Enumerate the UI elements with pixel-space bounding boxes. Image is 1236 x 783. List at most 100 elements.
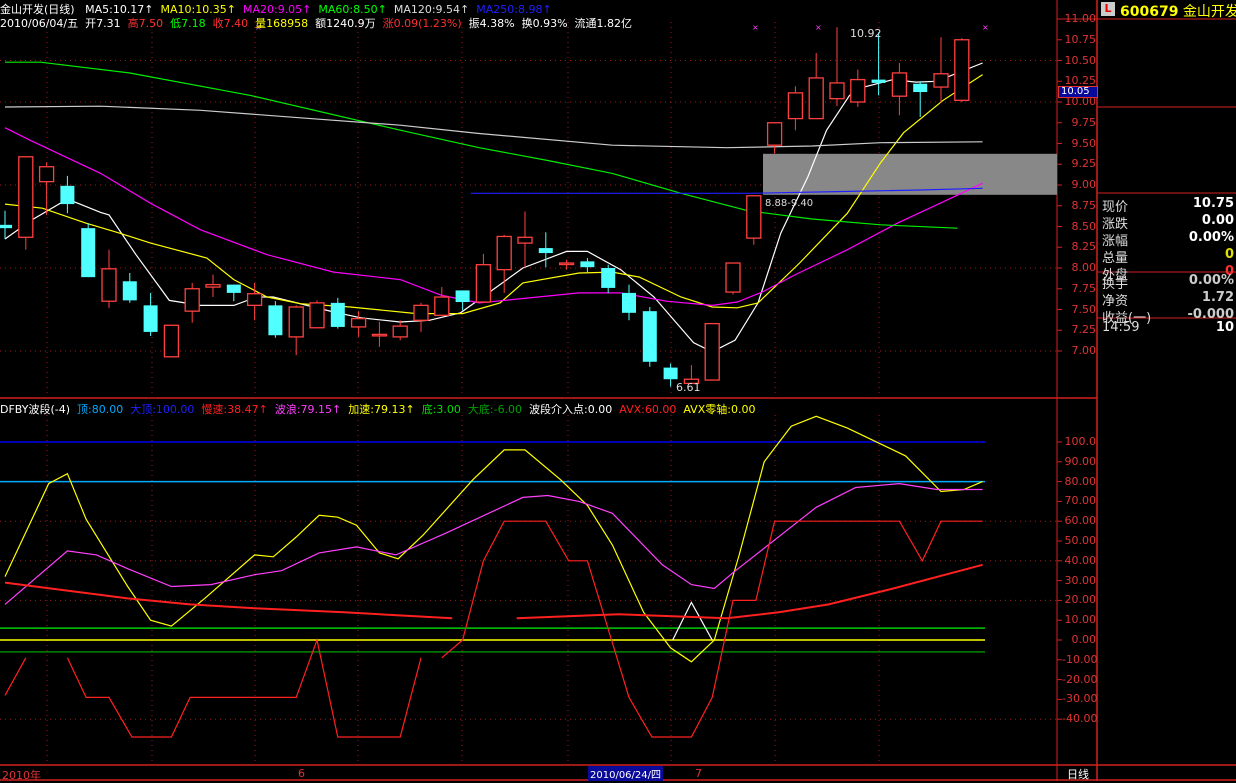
indicator-axis-label: -20.00 — [1062, 672, 1098, 686]
bar-info-item: 低7.18 — [170, 17, 206, 30]
bar-info-item: 收7.40 — [212, 17, 249, 30]
indicator-axis-label: 10.00 — [1064, 613, 1097, 627]
bar-info-item: 2010/06/04/五 — [0, 17, 79, 30]
indicator-line-慢速 — [516, 563, 983, 620]
price-axis-label: 10.50 — [1064, 53, 1097, 67]
candle-up — [18, 156, 34, 238]
candle-down — [538, 248, 553, 254]
candle-up — [246, 293, 263, 307]
candle-up — [933, 73, 949, 88]
candle-up — [205, 283, 221, 288]
candle-up — [350, 317, 367, 328]
indicator-axis-label: 30.00 — [1064, 573, 1097, 587]
price-axis-label: 10.75 — [1064, 32, 1097, 46]
quote-value: 10.75 — [1192, 196, 1234, 211]
bar-info-item: 开7.31 — [85, 17, 121, 30]
indicator-axis-label: 80.00 — [1064, 474, 1097, 488]
price-axis-label: 8.25 — [1071, 240, 1097, 254]
stock-flag-icon: L — [1101, 2, 1115, 16]
quote-row: 净资 1.72 — [1100, 290, 1236, 309]
candle-up — [496, 235, 512, 271]
indicator-line-AVX — [441, 520, 983, 738]
quote-row: 涨幅 0.00% — [1100, 230, 1236, 249]
candle-up — [954, 39, 970, 101]
indicator-axis-label: -30.00 — [1062, 692, 1098, 706]
indicator-axis-label: 20.00 — [1064, 593, 1097, 607]
candle-up — [413, 304, 429, 321]
bar-info-item: 量168958 — [255, 17, 309, 30]
price-axis-label: 8.00 — [1071, 261, 1097, 274]
candle-down — [455, 290, 470, 303]
high-annotation: 10.92 — [850, 27, 882, 40]
indicator-label: 大底:-6.00 — [467, 403, 523, 416]
candle-down — [0, 224, 12, 229]
indicator-axis-label: 50.00 — [1064, 534, 1097, 547]
candle-down — [913, 83, 928, 93]
bar-info-item: 流通1.82亿 — [574, 17, 633, 30]
price-axis-label: 7.25 — [1071, 323, 1097, 337]
chart-canvas[interactable]: × × × × — [0, 0, 1236, 781]
candle-down — [81, 228, 96, 278]
candle-up — [288, 306, 304, 338]
candle-down — [330, 302, 345, 327]
indicator-label: AVX零轴:0.00 — [683, 403, 756, 416]
candle-down — [122, 281, 137, 301]
indicator-axis-label: -40.00 — [1062, 712, 1098, 726]
candle-up — [371, 333, 388, 337]
candle-up — [163, 324, 180, 358]
indicator-line-加速 — [4, 415, 983, 663]
candle-down — [663, 367, 678, 380]
candle-up — [101, 268, 117, 302]
candle-up — [766, 122, 783, 146]
candle-up — [746, 195, 762, 239]
price-axis-label: 9.50 — [1071, 136, 1097, 150]
candle-down — [601, 268, 616, 288]
price-axis-label: 8.50 — [1071, 219, 1097, 233]
indicator-label: AVX:60.00 — [619, 403, 677, 416]
indicator-line-AVX — [66, 637, 422, 738]
candle-down — [60, 185, 75, 205]
candle-up — [891, 72, 908, 97]
quote-value: 0.00% — [1188, 230, 1234, 245]
price-axis-label: 9.00 — [1071, 178, 1097, 191]
candle-up — [704, 322, 720, 381]
indicator-axis-label: 60.00 — [1064, 514, 1097, 528]
indicator-axis-label: 70.00 — [1064, 494, 1097, 508]
indicator-axis-label: 40.00 — [1064, 553, 1097, 567]
marker-x-icon: × — [752, 23, 759, 32]
tick-time: 14:59 — [1102, 320, 1140, 335]
tick-value: 10 — [1215, 320, 1234, 335]
candle-up — [787, 92, 804, 120]
price-axis-label: 11.00 — [1064, 12, 1097, 25]
quote-row: 现价 10.75 — [1100, 196, 1236, 215]
indicator-axis-label: 90.00 — [1064, 454, 1097, 468]
price-axis-label: 7.00 — [1071, 344, 1097, 357]
price-zone-box — [763, 153, 1057, 195]
bar-info-item: 高7.50 — [127, 17, 164, 30]
bar-info-item: 振4.38% — [468, 17, 515, 30]
candle-up — [309, 302, 325, 329]
candle-up — [850, 78, 866, 103]
candle-up — [829, 82, 845, 100]
stock-title: 600679 金山开发 — [1120, 1, 1236, 21]
bar-info-item: 额1240.9万 — [315, 17, 376, 30]
candle-up — [434, 296, 450, 316]
stock-name: 金山开发 — [1182, 4, 1236, 20]
indicator-label: 加速:79.13↑ — [348, 403, 415, 416]
quote-value: 0 — [1224, 247, 1234, 262]
marker-x-icon: × — [982, 23, 989, 32]
price-axis-label: 9.25 — [1071, 157, 1097, 171]
tick-row: 14:59 10 — [1100, 320, 1236, 337]
period-tab[interactable]: 日线 — [1067, 766, 1089, 782]
price-axis-label: 9.75 — [1071, 115, 1097, 129]
quote-value: 0.00% — [1188, 273, 1234, 288]
candle-up — [558, 262, 575, 266]
indicator-line-AVX — [4, 657, 27, 696]
candle-up — [392, 325, 408, 338]
candle-down — [580, 261, 595, 268]
stock-code: 600679 — [1120, 4, 1179, 20]
indicator-axis-label: 0.00 — [1071, 633, 1097, 646]
low-annotation: 6.61 — [676, 381, 701, 394]
cursor-date: 2010/06/24/四 — [588, 766, 664, 781]
bar-info-item: 换0.93% — [521, 17, 568, 30]
